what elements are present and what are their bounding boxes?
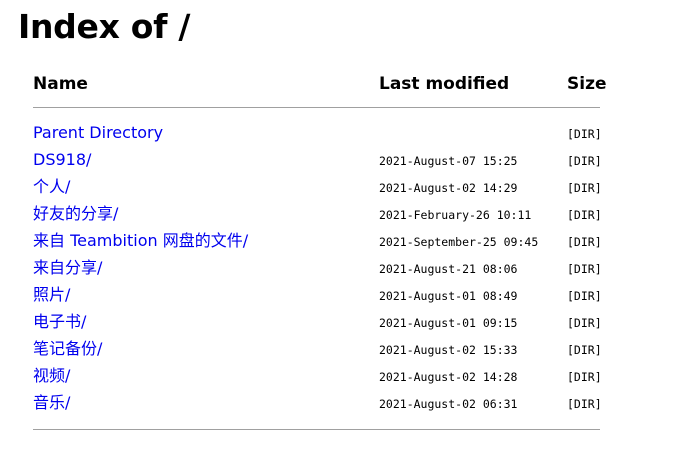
- directory-link[interactable]: 笔记备份/: [33, 339, 102, 359]
- directory-link[interactable]: 照片/: [33, 285, 70, 305]
- row-size: [DIR]: [567, 370, 602, 384]
- table-row: 音乐/ 2021-August-02 06:31 [DIR]: [0, 391, 677, 418]
- directory-link[interactable]: 好友的分享/: [33, 204, 118, 224]
- table-row: 好友的分享/ 2021-February-26 10:11 [DIR]: [0, 202, 677, 229]
- row-last-modified: 2021-August-07 15:25: [379, 154, 518, 168]
- row-size: [DIR]: [567, 397, 602, 411]
- row-size: [DIR]: [567, 316, 602, 330]
- table-row: 个人/ 2021-August-02 14:29 [DIR]: [0, 175, 677, 202]
- directory-link[interactable]: 来自 Teambition 网盘的文件/: [33, 231, 248, 251]
- row-last-modified: 2021-August-21 08:06: [379, 262, 518, 276]
- row-size: [DIR]: [567, 208, 602, 222]
- row-size: [DIR]: [567, 343, 602, 357]
- row-last-modified: 2021-August-02 14:28: [379, 370, 518, 384]
- directory-link[interactable]: 个人/: [33, 177, 70, 197]
- directory-listing: Parent Directory [DIR] DS918/ 2021-Augus…: [0, 121, 677, 418]
- parent-directory-link[interactable]: Parent Directory: [33, 123, 163, 143]
- table-row: 来自 Teambition 网盘的文件/ 2021-September-25 0…: [0, 229, 677, 256]
- directory-link[interactable]: 电子书/: [33, 312, 86, 332]
- footer-divider: [33, 429, 600, 430]
- page-title: Index of /: [18, 7, 191, 46]
- column-header-name[interactable]: Name: [33, 74, 88, 94]
- table-row: 照片/ 2021-August-01 08:49 [DIR]: [0, 283, 677, 310]
- column-header-size[interactable]: Size: [567, 74, 607, 94]
- table-row: 视频/ 2021-August-02 14:28 [DIR]: [0, 364, 677, 391]
- directory-link[interactable]: 视频/: [33, 366, 70, 386]
- row-last-modified: 2021-August-02 15:33: [379, 343, 518, 357]
- table-row: 来自分享/ 2021-August-21 08:06 [DIR]: [0, 256, 677, 283]
- table-row: Parent Directory [DIR]: [0, 121, 677, 148]
- row-last-modified: 2021-August-01 09:15: [379, 316, 518, 330]
- table-row: 笔记备份/ 2021-August-02 15:33 [DIR]: [0, 337, 677, 364]
- row-last-modified: 2021-August-02 14:29: [379, 181, 518, 195]
- directory-link[interactable]: 来自分享/: [33, 258, 102, 278]
- column-header-last-modified[interactable]: Last modified: [379, 74, 509, 94]
- row-last-modified: 2021-August-01 08:49: [379, 289, 518, 303]
- row-size: [DIR]: [567, 154, 602, 168]
- row-size: [DIR]: [567, 181, 602, 195]
- row-last-modified: 2021-September-25 09:45: [379, 235, 539, 249]
- table-row: DS918/ 2021-August-07 15:25 [DIR]: [0, 148, 677, 175]
- row-last-modified: 2021-August-02 06:31: [379, 397, 518, 411]
- directory-link[interactable]: 音乐/: [33, 393, 70, 413]
- row-size: [DIR]: [567, 262, 602, 276]
- table-row: 电子书/ 2021-August-01 09:15 [DIR]: [0, 310, 677, 337]
- row-size: [DIR]: [567, 127, 602, 141]
- row-size: [DIR]: [567, 289, 602, 303]
- row-size: [DIR]: [567, 235, 602, 249]
- row-last-modified: 2021-February-26 10:11: [379, 208, 532, 222]
- header-divider: [33, 107, 600, 108]
- directory-link[interactable]: DS918/: [33, 150, 91, 170]
